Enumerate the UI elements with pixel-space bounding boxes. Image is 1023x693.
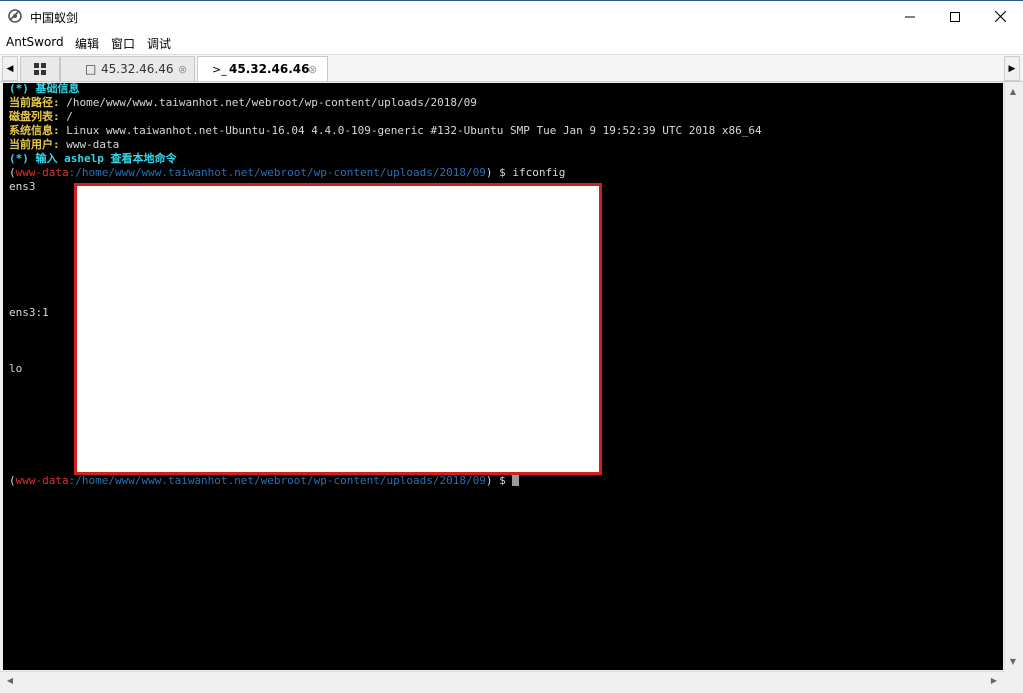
close-icon: [994, 11, 1006, 22]
maximize-icon: [950, 11, 960, 22]
prompt-open: (: [9, 166, 16, 179]
tab-file-manager[interactable]: □ 45.32.46.46 ⊗: [60, 56, 195, 81]
prompt-line: (www-data:/home/www/www.taiwanhot.net/we…: [9, 166, 565, 180]
path-label: 当前路径:: [9, 96, 60, 109]
title-bar: 中国蚁剑: [0, 0, 1023, 32]
tab-bar: ◀ □ 45.32.46.46 ⊗ >_ 45.32.46.46 ⊗ ▶: [0, 54, 1023, 82]
redaction-box: [74, 183, 602, 475]
prompt-open: (: [9, 474, 16, 487]
user-label: 当前用户:: [9, 138, 60, 151]
chevron-right-icon: ▶: [1008, 63, 1016, 74]
sys-value: Linux www.taiwanhot.net-Ubuntu-16.04 4.4…: [59, 124, 762, 137]
prompt-path: :/home/www/www.taiwanhot.net/webroot/wp-…: [68, 474, 486, 487]
user-value: www-data: [59, 138, 120, 151]
grid-icon: [34, 63, 46, 75]
disk-label: 磁盘列表:: [9, 110, 60, 123]
prompt-line-current: (www-data:/home/www/www.taiwanhot.net/we…: [9, 474, 520, 488]
prompt-close: ) $: [485, 166, 513, 179]
tab-terminal[interactable]: >_ 45.32.46.46 ⊗: [197, 56, 328, 81]
path-value: /home/www/www.taiwanhot.net/webroot/wp-c…: [59, 96, 477, 109]
prompt-close: ) $: [485, 474, 513, 487]
sys-label: 系统信息:: [9, 124, 60, 137]
iface-ens3-1: ens3:1: [9, 306, 49, 319]
command-text: ifconfig: [512, 166, 566, 179]
menu-window[interactable]: 窗口: [111, 35, 135, 52]
sys-line: 系统信息: Linux www.taiwanhot.net-Ubuntu-16.…: [9, 124, 762, 138]
antsword-logo-icon: [8, 9, 22, 23]
minimize-icon: [905, 16, 915, 17]
tab-label: 45.32.46.46: [229, 62, 310, 76]
menu-bar: AntSword 编辑 窗口 调试: [0, 32, 1023, 54]
tab-home[interactable]: [20, 56, 60, 81]
menu-antsword[interactable]: AntSword: [6, 35, 64, 49]
tab-scroll-left-button[interactable]: ◀: [2, 56, 18, 81]
scroll-left-icon[interactable]: ◀: [2, 672, 18, 688]
horizontal-scrollbar[interactable]: ◀ ▶: [0, 671, 1004, 688]
scroll-down-icon[interactable]: ▼: [1005, 653, 1021, 669]
text-cursor: [512, 474, 520, 486]
chevron-left-icon: ◀: [6, 63, 14, 74]
user-line: 当前用户: www-data: [9, 138, 119, 152]
maximize-button[interactable]: [932, 1, 978, 32]
iface-ens3: ens3: [9, 180, 36, 193]
disk-value: /: [59, 110, 73, 123]
minimize-button[interactable]: [887, 1, 933, 32]
prompt-user: www-data: [15, 474, 69, 487]
help-hint: (*) 输入 ashelp 查看本地命令: [9, 152, 177, 165]
vertical-scrollbar[interactable]: ▲ ▼: [1004, 83, 1021, 670]
close-button[interactable]: [977, 1, 1023, 32]
iface-lo: lo: [9, 362, 23, 375]
folder-icon: □: [85, 62, 97, 76]
tab-label: 45.32.46.46: [101, 62, 174, 76]
disk-line: 磁盘列表: /: [9, 110, 73, 124]
window-title: 中国蚁剑: [30, 11, 79, 25]
menu-debug[interactable]: 调试: [147, 35, 171, 52]
scroll-up-icon[interactable]: ▲: [1005, 83, 1021, 99]
info-header: (*) 基础信息: [9, 83, 80, 95]
scroll-right-icon[interactable]: ▶: [986, 672, 1002, 688]
terminal-icon: >_: [212, 62, 227, 76]
menu-edit[interactable]: 编辑: [75, 35, 99, 52]
tab-scroll-right-button[interactable]: ▶: [1004, 56, 1020, 81]
prompt-path: :/home/www/www.taiwanhot.net/webroot/wp-…: [68, 166, 486, 179]
path-line: 当前路径: /home/www/www.taiwanhot.net/webroo…: [9, 96, 477, 110]
prompt-user: www-data: [15, 166, 69, 179]
tab-close-icon[interactable]: ⊗: [308, 63, 317, 76]
tab-close-icon[interactable]: ⊗: [178, 63, 187, 76]
